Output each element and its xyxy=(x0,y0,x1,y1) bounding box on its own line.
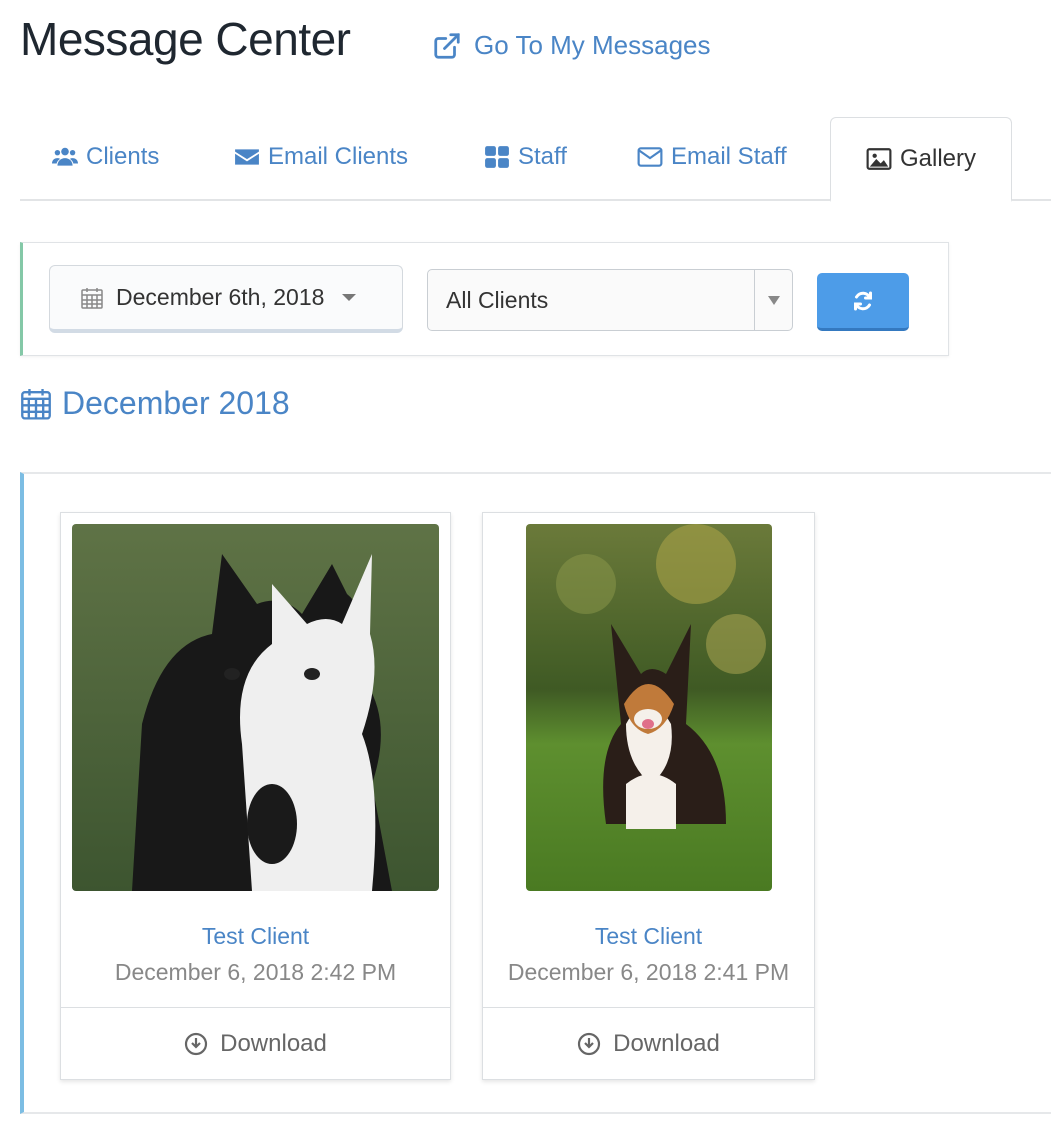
download-icon xyxy=(578,1032,601,1056)
dog-photo-image xyxy=(526,524,772,891)
th-large-icon xyxy=(485,146,509,168)
client-select[interactable]: All Clients xyxy=(427,269,793,331)
tab-gallery[interactable]: Gallery xyxy=(830,117,1012,202)
photo-corgi[interactable] xyxy=(526,524,772,891)
tab-gallery-label: Gallery xyxy=(899,145,977,172)
tab-staff[interactable]: Staff xyxy=(484,117,567,197)
picture-icon xyxy=(866,148,892,170)
select-arrow[interactable] xyxy=(754,270,792,330)
tab-clients[interactable]: Clients xyxy=(52,117,159,197)
tab-clients-label: Clients xyxy=(86,143,160,170)
calendar-icon xyxy=(81,287,103,309)
date-value: December 6th, 2018 xyxy=(116,284,325,310)
go-to-my-messages-label: Go To My Messages xyxy=(474,30,711,60)
envelope-outline-icon xyxy=(637,147,663,167)
download-icon xyxy=(185,1032,208,1056)
photo-collies[interactable] xyxy=(72,524,439,891)
filter-bar: December 6th, 2018 All Clients xyxy=(20,242,949,356)
tab-staff-label: Staff xyxy=(518,143,567,170)
download-button[interactable]: Download xyxy=(483,1007,814,1080)
client-select-value: All Clients xyxy=(446,286,549,313)
refresh-button[interactable] xyxy=(817,273,909,331)
date-picker-button[interactable]: December 6th, 2018 xyxy=(49,265,403,333)
tab-email-clients[interactable]: Email Clients xyxy=(234,117,408,197)
tab-email-staff-label: Email Staff xyxy=(671,143,787,170)
download-button[interactable]: Download xyxy=(61,1007,450,1080)
month-heading-label: December 2018 xyxy=(62,385,290,421)
photo-timestamp: December 6, 2018 2:42 PM xyxy=(114,959,397,985)
gallery-card: Test Client December 6, 2018 2:42 PM Dow… xyxy=(60,512,451,1080)
go-to-my-messages-link[interactable]: Go To My Messages xyxy=(432,30,711,61)
external-link-icon xyxy=(434,32,460,59)
tab-email-staff[interactable]: Email Staff xyxy=(637,117,787,197)
gallery-panel: Test Client December 6, 2018 2:42 PM Dow… xyxy=(20,472,1051,1114)
page-title: Message Center xyxy=(20,13,351,65)
download-label: Download xyxy=(220,1030,327,1057)
gallery-card: Test Client December 6, 2018 2:41 PM Dow… xyxy=(482,512,815,1080)
users-icon xyxy=(52,147,78,166)
month-heading: December 2018 xyxy=(20,385,290,422)
download-label: Download xyxy=(613,1030,720,1057)
tab-email-clients-label: Email Clients xyxy=(268,143,409,170)
caret-down-icon xyxy=(767,295,780,305)
client-name-link[interactable]: Test Client xyxy=(61,923,450,950)
dog-photo-image xyxy=(72,524,439,891)
chevron-down-icon xyxy=(342,294,357,301)
calendar-icon xyxy=(21,388,51,420)
tab-bar: Clients Email Clients Staff Email Staff … xyxy=(20,117,1051,202)
photo-timestamp: December 6, 2018 2:41 PM xyxy=(507,959,790,985)
refresh-icon xyxy=(854,291,872,310)
envelope-icon xyxy=(235,149,259,165)
client-name-link[interactable]: Test Client xyxy=(483,923,814,950)
